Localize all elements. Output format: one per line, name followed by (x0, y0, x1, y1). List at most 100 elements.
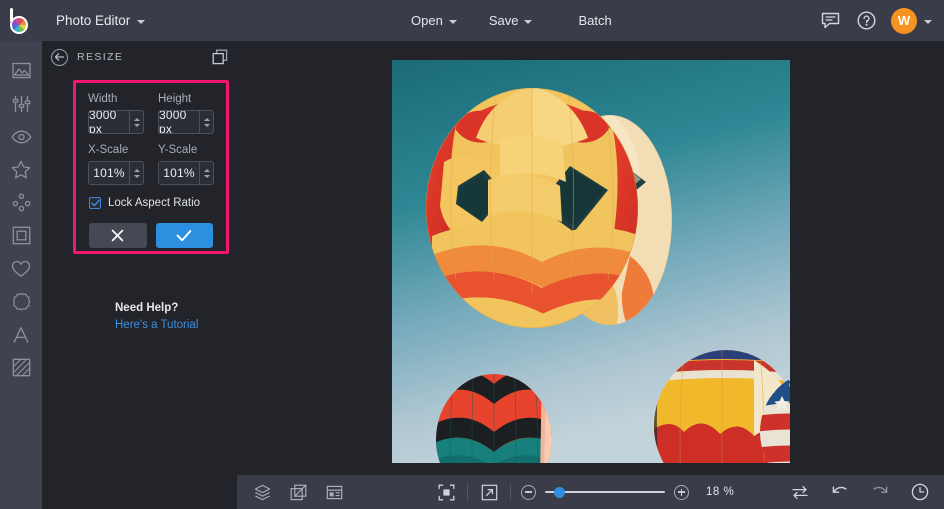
zoom-controls: 18 % (435, 481, 734, 503)
need-help-title: Need Help? (115, 302, 179, 314)
copy-layers-icon[interactable] (212, 49, 228, 70)
need-help-section: Need Help? Here's a Tutorial (115, 302, 198, 331)
header-actions: Open Save Batch (399, 0, 624, 41)
x-scale-value: 101% (93, 166, 125, 180)
undo-button[interactable] (829, 481, 851, 503)
hot-air-balloon-festival-photo (392, 60, 790, 463)
sidebar-item-artsy[interactable] (0, 186, 42, 219)
sidebar-item-photo[interactable] (0, 54, 42, 87)
resize-fields-highlight: Width 3000 px Height 3000 px X-Scale 101… (73, 80, 229, 254)
bottom-right-tools (789, 481, 931, 503)
chevron-down-icon (137, 19, 146, 24)
sidebar-item-text[interactable] (0, 318, 42, 351)
sidebar-item-textures[interactable] (0, 351, 42, 384)
height-input[interactable]: 3000 px (158, 110, 214, 134)
chat-bubble-icon[interactable] (819, 10, 841, 32)
width-value: 3000 px (89, 110, 117, 134)
sidebar-item-effects[interactable] (0, 153, 42, 186)
app-title-dropdown[interactable]: Photo Editor (46, 8, 155, 34)
hatched-square-icon (12, 358, 30, 377)
star-icon (11, 160, 31, 179)
layers-button[interactable] (251, 481, 273, 503)
app-logo[interactable] (0, 0, 42, 41)
befunky-color-wheel-logo (9, 7, 33, 34)
dots-cluster-icon (12, 193, 30, 212)
y-scale-label: Y-Scale (158, 144, 198, 156)
zoom-slider-knob[interactable] (554, 486, 566, 498)
y-scale-field-group: Y-Scale 101% (158, 144, 214, 185)
check-icon (176, 230, 192, 242)
height-stepper[interactable] (199, 111, 213, 133)
resize-fields: Width 3000 px Height 3000 px X-Scale 101… (76, 83, 226, 185)
batch-button[interactable]: Batch (566, 8, 623, 34)
open-button-label: Open (411, 13, 443, 28)
canvas-stage (237, 41, 944, 475)
width-input[interactable]: 3000 px (88, 110, 144, 134)
resize-panel: RESIZE Width 3000 px Height 3000 px X-Sc… (42, 41, 237, 509)
save-button-label: Save (488, 13, 519, 28)
zoom-out-button[interactable] (521, 484, 536, 500)
sidebar-item-frames[interactable] (0, 219, 42, 252)
avatar: W (891, 7, 917, 34)
width-stepper[interactable] (129, 111, 143, 133)
scale-row: X-Scale 101% Y-Scale 101% (88, 144, 214, 185)
heart-icon (11, 260, 31, 277)
sliders-icon (12, 95, 30, 112)
sidebar-item-edit[interactable] (0, 87, 42, 120)
open-button[interactable]: Open (399, 8, 469, 34)
zoom-slider-group: 18 % (521, 484, 734, 500)
arrow-left-circle-icon[interactable] (51, 48, 68, 66)
zoom-slider[interactable] (545, 485, 665, 499)
lock-aspect-ratio-checkbox[interactable]: Lock Aspect Ratio (76, 185, 226, 209)
x-scale-field-group: X-Scale 101% (88, 144, 144, 185)
swap-arrows-icon (792, 485, 808, 499)
badge-flower-icon (12, 292, 30, 311)
x-scale-input[interactable]: 101% (88, 161, 144, 185)
fit-to-screen-button[interactable] (435, 481, 457, 503)
save-button[interactable]: Save (477, 8, 545, 34)
panel-header: RESIZE (42, 41, 237, 73)
panel-grid-icon (326, 485, 342, 499)
sidebar-item-overlays[interactable] (0, 252, 42, 285)
cancel-button[interactable] (89, 223, 147, 248)
compare-button[interactable] (789, 481, 811, 503)
close-x-icon (111, 229, 124, 242)
batch-button-label: Batch (578, 13, 612, 28)
height-field-group: Height 3000 px (158, 93, 214, 134)
zoom-in-button[interactable] (674, 484, 689, 500)
history-button[interactable] (909, 481, 931, 503)
app-title-label: Photo Editor (56, 13, 131, 28)
account-menu[interactable]: W (891, 7, 932, 34)
apply-button[interactable] (155, 223, 213, 248)
redo-button[interactable] (869, 481, 891, 503)
panel-layout-button[interactable] (323, 481, 345, 503)
width-label: Width (88, 93, 118, 105)
image-mountain-icon (11, 62, 31, 79)
image-canvas[interactable] (392, 60, 790, 463)
divider (510, 484, 511, 500)
eye-icon (10, 130, 32, 143)
image-overlay-button[interactable] (287, 481, 309, 503)
sidebar-item-graphics[interactable] (0, 285, 42, 318)
x-scale-label: X-Scale (88, 144, 129, 156)
image-overlap-icon (290, 484, 306, 500)
chevron-down-icon (448, 19, 457, 24)
height-label: Height (158, 93, 192, 105)
bottom-left-tools (237, 481, 345, 503)
height-value: 3000 px (159, 110, 187, 134)
sidebar-item-touchup[interactable] (0, 120, 42, 153)
question-circle-icon[interactable] (855, 10, 877, 32)
layers-stack-icon (254, 484, 270, 500)
expand-button[interactable] (478, 481, 500, 503)
clock-history-icon (911, 483, 929, 501)
bottom-toolbar: 18 % (237, 475, 944, 509)
checkbox-checked-icon (89, 197, 101, 209)
header-right-group: W (819, 0, 932, 41)
x-scale-stepper[interactable] (129, 162, 143, 184)
page-title: RESIZE (77, 51, 124, 63)
y-scale-input[interactable]: 101% (158, 161, 214, 185)
tutorial-link[interactable]: Here's a Tutorial (115, 319, 198, 331)
y-scale-stepper[interactable] (199, 162, 213, 184)
resize-action-buttons (76, 209, 226, 248)
undo-arrow-icon (832, 486, 847, 493)
